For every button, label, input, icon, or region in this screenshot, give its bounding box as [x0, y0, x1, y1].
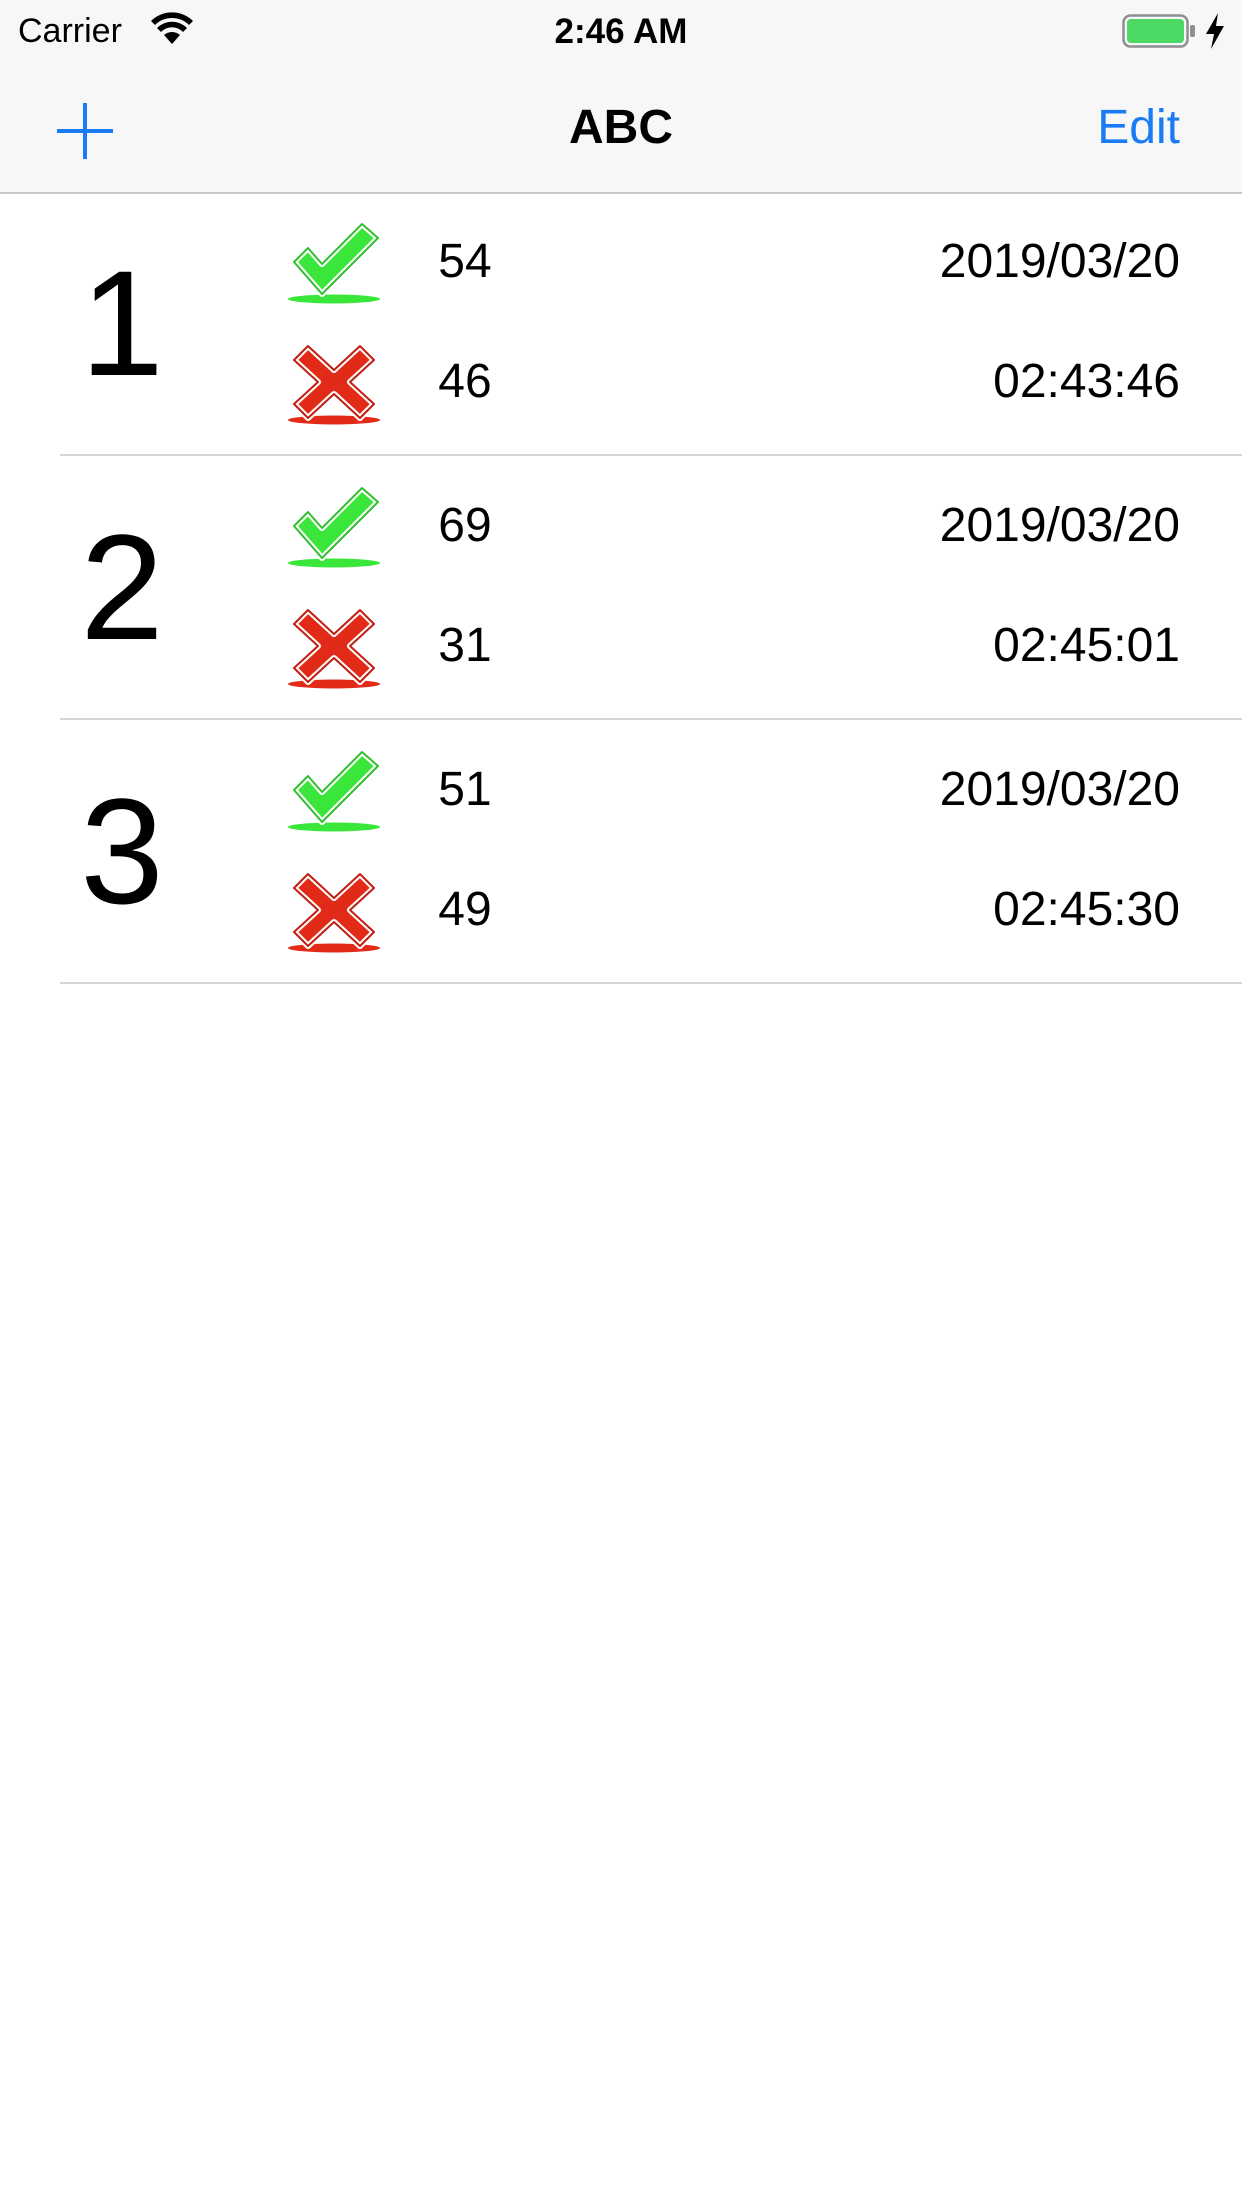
correct-count: 54	[438, 235, 492, 288]
charging-bolt-icon	[1206, 13, 1224, 49]
wrong-count: 31	[438, 619, 492, 672]
edit-button[interactable]: Edit	[1097, 100, 1180, 155]
row-time: 02:45:01	[993, 619, 1180, 672]
green-check-icon	[288, 485, 381, 568]
green-check-icon	[288, 749, 381, 832]
page-title: ABC	[569, 101, 673, 154]
app-screen: Carrier 2:46 AM ABC Edit 1 54 46 2019/03…	[0, 0, 1242, 2208]
row-number: 3	[80, 767, 164, 935]
row-separator	[60, 982, 1242, 984]
status-bar: Carrier 2:46 AM	[0, 0, 1242, 60]
battery-icon	[1122, 14, 1195, 48]
wrong-count: 46	[438, 355, 492, 408]
wrong-count: 49	[438, 883, 492, 936]
correct-count: 69	[438, 499, 492, 552]
row-number: 2	[80, 503, 164, 671]
row-time: 02:45:30	[993, 883, 1180, 936]
row-date: 2019/03/20	[939, 763, 1180, 816]
row-number: 1	[80, 239, 164, 407]
correct-count: 51	[438, 763, 492, 816]
table-row[interactable]: 2 69 31 2019/03/20 02:45:01	[0, 456, 1242, 720]
red-cross-icon	[288, 343, 380, 425]
table-row[interactable]: 3 51 49 2019/03/20 02:45:30	[0, 720, 1242, 984]
navigation-bar: ABC Edit	[0, 60, 1242, 194]
red-cross-icon	[288, 871, 380, 953]
red-cross-icon	[288, 607, 380, 689]
status-time: 2:46 AM	[554, 12, 688, 51]
row-date: 2019/03/20	[939, 499, 1180, 552]
row-date: 2019/03/20	[939, 235, 1180, 288]
row-time: 02:43:46	[993, 355, 1180, 408]
green-check-icon	[288, 221, 381, 304]
table-row[interactable]: 1 54 46 2019/03/20 02:43:46	[0, 192, 1242, 456]
